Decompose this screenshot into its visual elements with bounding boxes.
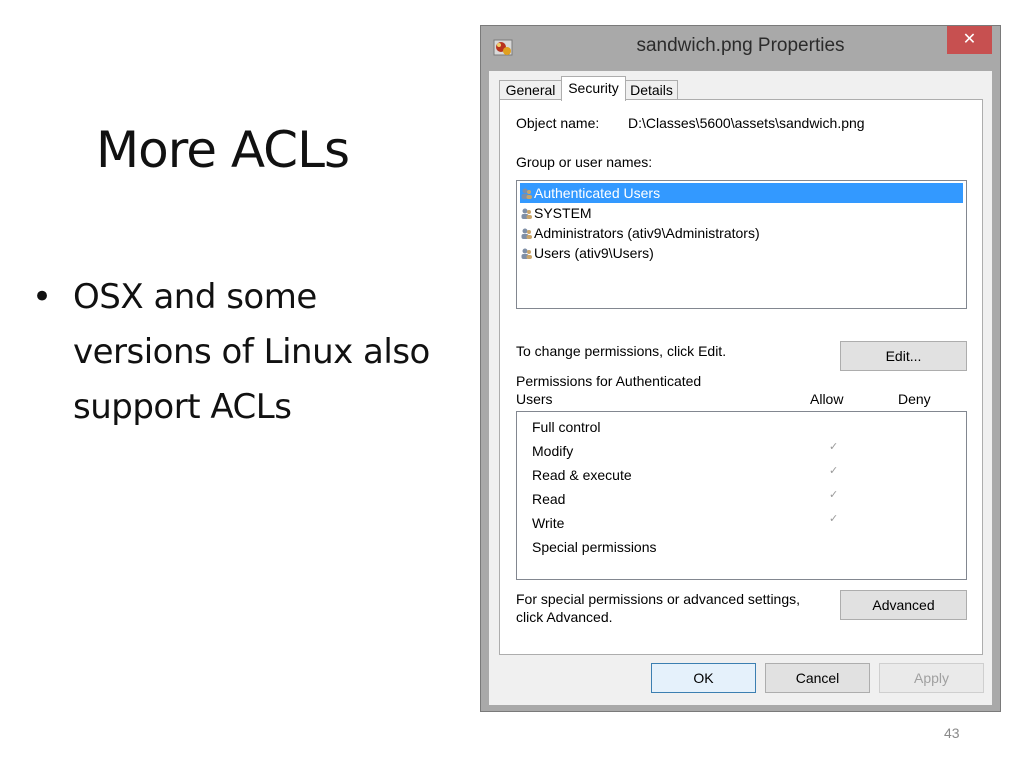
- permission-row-modify: Modify ✓: [532, 441, 838, 460]
- security-tab-panel: Object name: D:\Classes\5600\assets\sand…: [499, 99, 983, 655]
- bullet-item: • OSX and some versions of Linux also su…: [30, 270, 440, 435]
- deny-column-header: Deny: [898, 391, 931, 407]
- permission-row-read: Read ✓: [532, 489, 838, 508]
- permission-label: Write: [532, 515, 565, 531]
- permission-row-read-execute: Read & execute ✓: [532, 465, 838, 484]
- close-icon: ✕: [962, 31, 977, 48]
- permission-label: Special permissions: [532, 539, 657, 555]
- permission-label: Full control: [532, 419, 601, 435]
- edit-button[interactable]: Edit...: [840, 341, 967, 371]
- bullet-text: OSX and some versions of Linux also supp…: [73, 277, 430, 427]
- tab-general[interactable]: General: [499, 80, 562, 100]
- permission-row-full-control: Full control: [532, 418, 600, 436]
- cancel-button[interactable]: Cancel: [765, 663, 870, 693]
- apply-button[interactable]: Apply: [879, 663, 984, 693]
- bullet-list: • OSX and some versions of Linux also su…: [30, 270, 440, 435]
- properties-dialog: sandwich.png Properties ✕ General Securi…: [480, 25, 1001, 712]
- bullet-dot-icon: •: [32, 277, 52, 317]
- special-permissions-text-line1: For special permissions or advanced sett…: [516, 591, 801, 607]
- group-names-label: Group or user names:: [516, 154, 653, 170]
- user-group-icon: [521, 248, 532, 259]
- slide-number: 43: [944, 725, 960, 741]
- check-icon: ✓: [829, 489, 839, 501]
- object-name-label: Object name:: [516, 115, 600, 131]
- list-item-system[interactable]: SYSTEM: [520, 203, 963, 223]
- object-name-value: D:\Classes\5600\assets\sandwich.png: [628, 115, 865, 131]
- check-icon: ✓: [829, 465, 839, 477]
- list-item-authenticated-users[interactable]: Authenticated Users: [520, 183, 963, 203]
- allow-column-header: Allow: [810, 391, 844, 407]
- tab-details[interactable]: Details: [625, 80, 678, 100]
- close-button[interactable]: ✕: [947, 26, 992, 54]
- permission-row-special: Special permissions: [532, 538, 657, 556]
- special-permissions-text-line2: click Advanced.: [516, 609, 613, 625]
- permission-label: Read & execute: [532, 467, 632, 483]
- permission-row-write: Write ✓: [532, 513, 838, 532]
- permissions-for-label-line1: Permissions for Authenticated: [516, 373, 702, 389]
- list-item-users[interactable]: Users (ativ9\Users): [520, 243, 963, 263]
- slide-title: More ACLs: [96, 121, 350, 179]
- change-permissions-text: To change permissions, click Edit.: [516, 343, 727, 359]
- permission-label: Modify: [532, 443, 574, 459]
- ok-button[interactable]: OK: [651, 663, 756, 693]
- user-group-icon: [521, 188, 532, 199]
- permissions-list: Full control Modify ✓ Read & execute ✓ R…: [516, 411, 967, 580]
- dialog-client-area: General Security Details Object name: D:…: [489, 71, 992, 705]
- user-label: Administrators (ativ9\Administrators): [534, 225, 760, 241]
- title-bar[interactable]: sandwich.png Properties ✕: [481, 26, 1000, 71]
- permissions-for-label-line2: Users: [516, 391, 553, 407]
- user-label: Users (ativ9\Users): [534, 245, 654, 261]
- user-group-icon: [521, 208, 532, 219]
- user-group-icon: [521, 228, 532, 239]
- permission-label: Read: [532, 491, 566, 507]
- tab-security[interactable]: Security: [561, 76, 626, 101]
- user-label: Authenticated Users: [534, 185, 661, 201]
- window-title: sandwich.png Properties: [636, 35, 845, 56]
- list-item-administrators[interactable]: Administrators (ativ9\Administrators): [520, 223, 963, 243]
- check-icon: ✓: [829, 513, 839, 525]
- user-list[interactable]: Authenticated Users SYSTEM Administrator…: [516, 180, 967, 309]
- check-icon: ✓: [829, 441, 839, 453]
- advanced-button[interactable]: Advanced: [840, 590, 967, 620]
- user-label: SYSTEM: [534, 205, 592, 221]
